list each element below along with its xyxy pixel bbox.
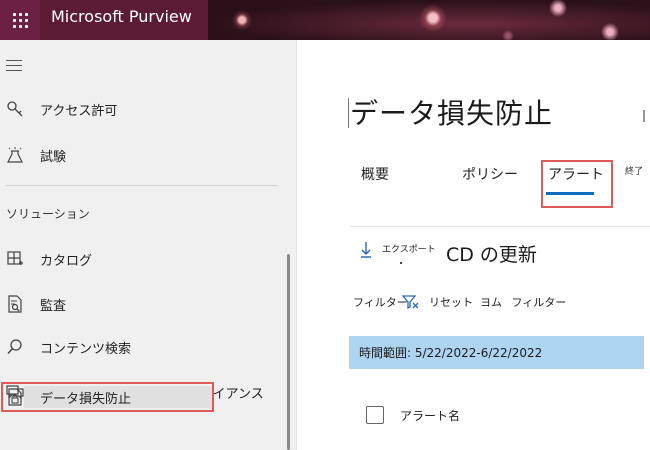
app-title[interactable]: Microsoft Purview	[51, 7, 192, 26]
sidebar-item-catalog[interactable]: カタログ	[0, 244, 290, 274]
key-icon	[6, 100, 24, 118]
sidebar-item-label: コンテンツ検索	[40, 341, 132, 357]
filter-clear-icon[interactable]	[401, 292, 420, 310]
sidebar-item-label: 試験	[40, 149, 67, 165]
tab-divider	[350, 226, 650, 227]
column-header-alert-name[interactable]: アラート名	[400, 407, 460, 424]
lab-flask-icon	[6, 146, 24, 164]
section-label-solutions: ソリューション	[6, 207, 90, 221]
sidebar-item-content-search[interactable]: コンテンツ検索	[0, 332, 290, 362]
export-label: エクスポート	[382, 245, 436, 255]
app-launcher-button[interactable]	[0, 0, 40, 40]
sidebar-item-label: カタログ	[40, 253, 93, 269]
audit-document-icon	[6, 295, 24, 313]
export-button[interactable]: エクスポート	[360, 240, 436, 260]
header-banner-image	[208, 0, 650, 40]
sidebar-item-permissions[interactable]: アクセス許可	[0, 94, 290, 124]
title-edge-mark	[643, 110, 645, 122]
filter-toggle-button[interactable]: ヨム フィルター	[480, 294, 566, 310]
highlight-annotation-nav	[1, 382, 214, 412]
download-arrow-icon	[360, 240, 374, 260]
filter-label[interactable]: フィルター	[353, 294, 408, 310]
tab-overflow[interactable]: 終了	[625, 164, 643, 177]
main-content: データ損失防止 概要 ポリシー アラート 終了 エクスポート CD の更新 フィ…	[298, 40, 650, 450]
catalog-grid-icon	[6, 250, 24, 268]
tab-policies[interactable]: ポリシー	[462, 164, 518, 184]
sidebar-item-label: 監査	[40, 298, 67, 314]
top-header-bar: Microsoft Purview	[0, 0, 650, 40]
hamburger-menu-icon[interactable]	[6, 60, 22, 75]
export-dot	[400, 262, 402, 264]
search-icon	[6, 338, 24, 356]
highlight-annotation-tab	[541, 160, 613, 208]
app-launcher-icon	[12, 12, 28, 28]
date-range-filter[interactable]: 時間範囲: 5/22/2022-6/22/2022	[349, 336, 644, 369]
select-all-checkbox[interactable]	[366, 406, 384, 424]
sidebar-item-audit[interactable]: 監査	[0, 289, 290, 319]
filter-yomu-label: ヨム	[480, 296, 502, 309]
nav-divider	[6, 185, 278, 186]
sidebar-item-label: アクセス許可	[40, 103, 118, 119]
tab-overview[interactable]: 概要	[361, 164, 389, 184]
refresh-button[interactable]: CD の更新	[446, 240, 537, 267]
text-cursor	[348, 98, 349, 128]
filter2-label: フィルター	[511, 296, 567, 309]
sidebar-item-trials[interactable]: 試験	[0, 140, 290, 170]
page-title: データ損失防止	[350, 97, 554, 130]
sidebar-scrollbar[interactable]	[287, 254, 290, 450]
reset-filters-button[interactable]: リセット	[429, 294, 473, 310]
